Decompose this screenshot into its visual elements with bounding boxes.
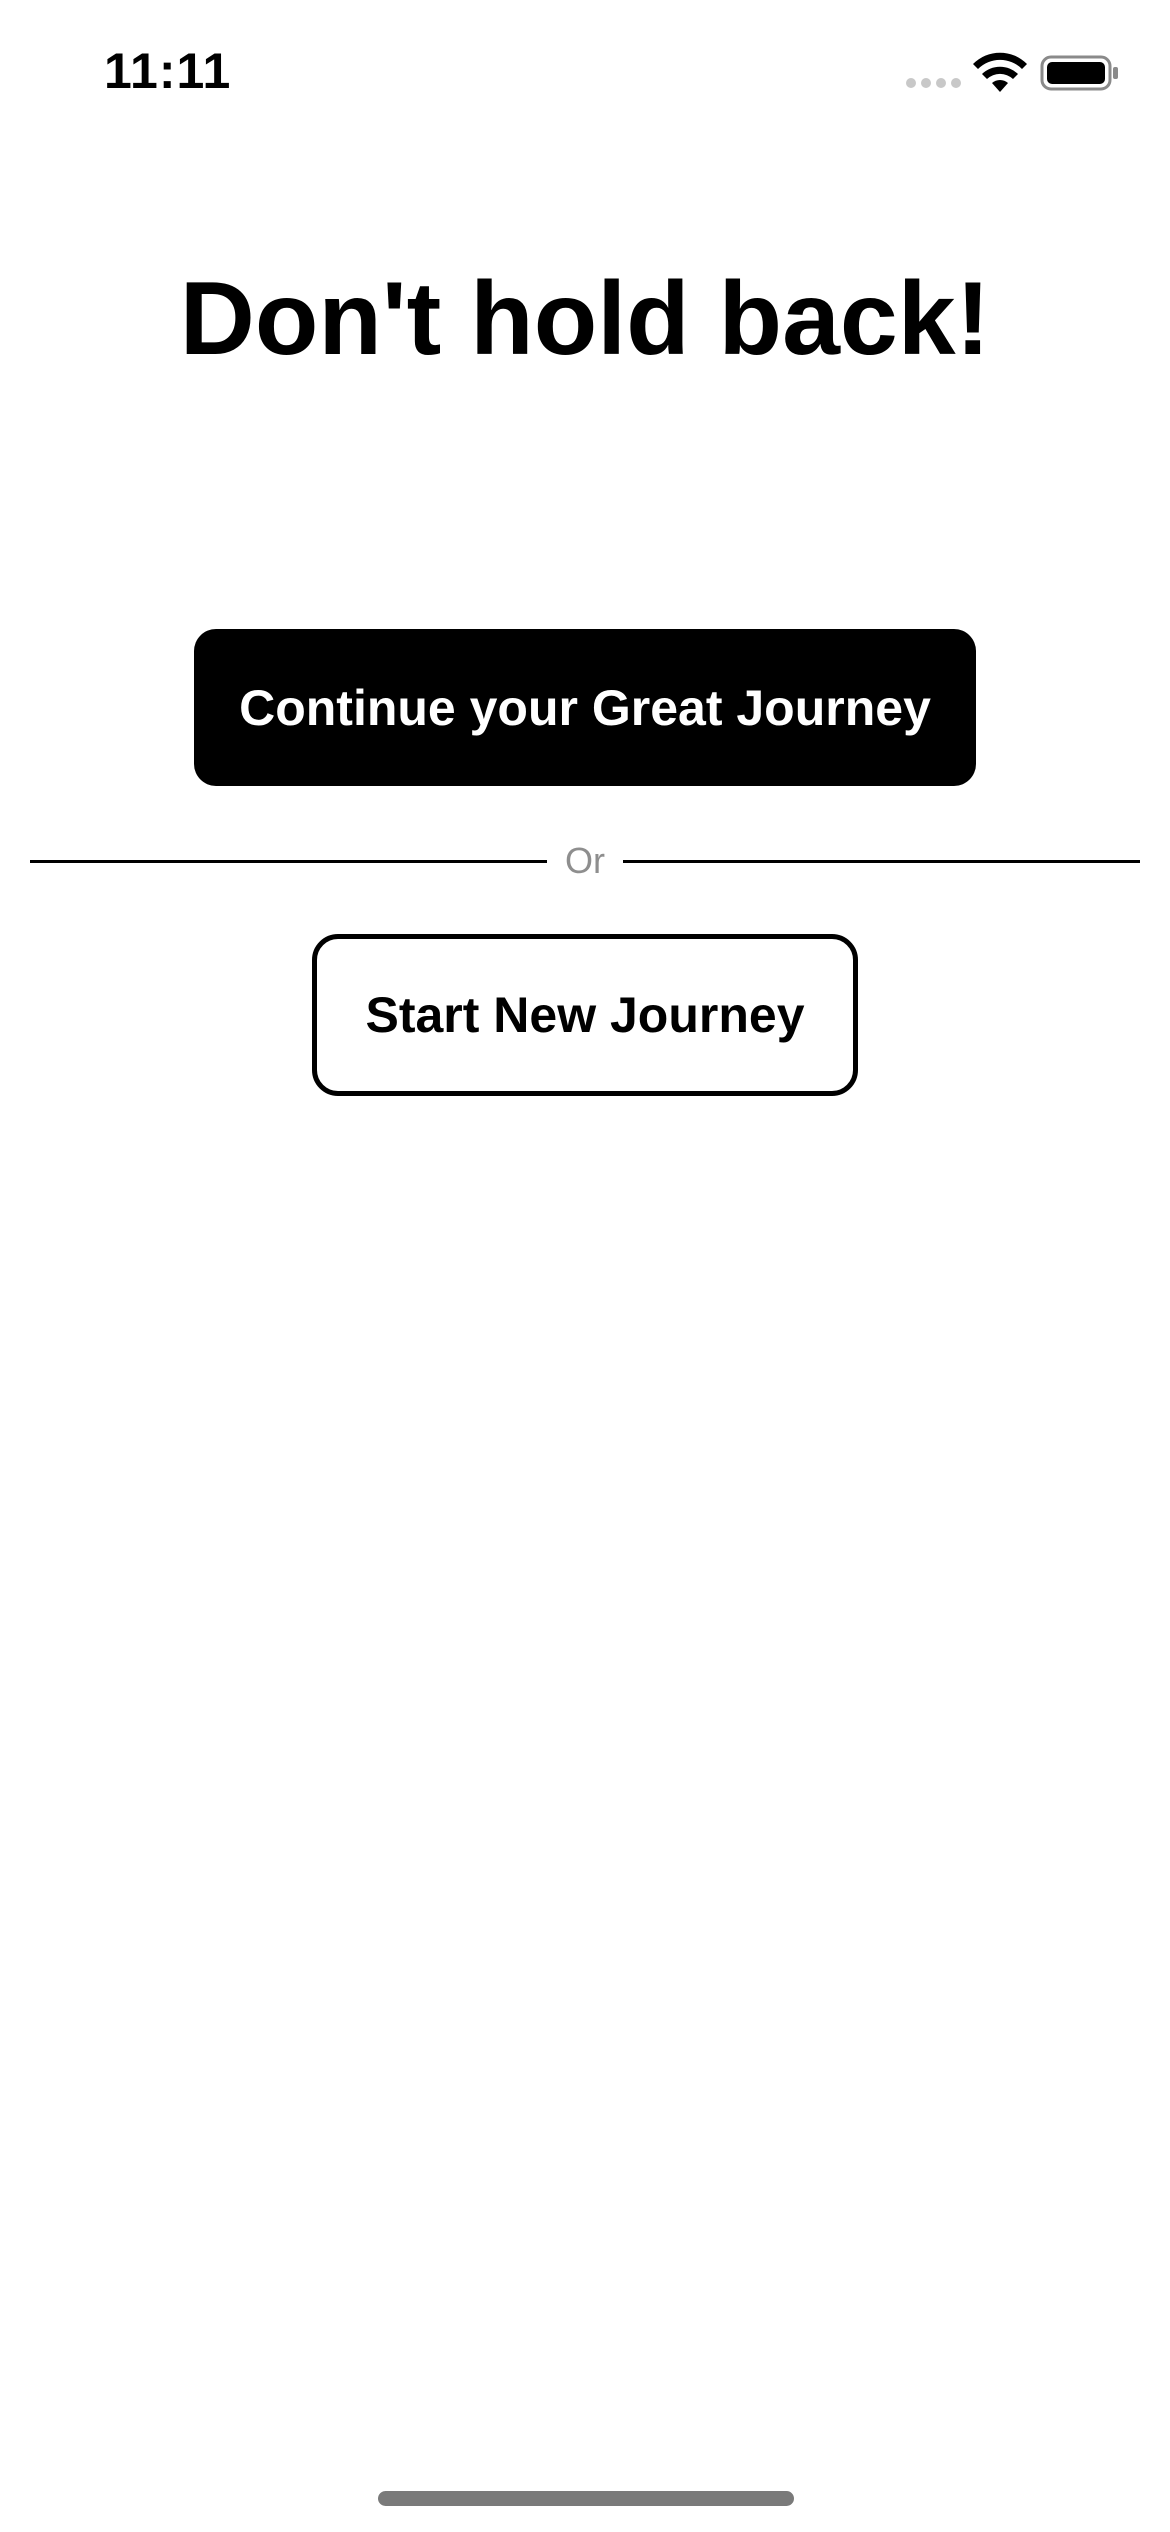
divider-line-right [623, 859, 1140, 863]
or-divider: Or [30, 840, 1140, 882]
divider-line-left [30, 859, 547, 863]
continue-journey-button[interactable]: Continue your Great Journey [194, 629, 976, 786]
divider-text: Or [565, 840, 605, 881]
wifi-icon [973, 52, 1027, 92]
battery-icon [1040, 55, 1118, 91]
signal-dots-icon [906, 78, 962, 92]
page-title: Don't hold back! [179, 260, 991, 377]
home-indicator[interactable] [378, 2491, 794, 2506]
status-time: 11:11 [104, 43, 232, 99]
status-bar: 11:11 [0, 0, 1170, 150]
start-new-journey-button[interactable]: Start New Journey [312, 934, 858, 1096]
